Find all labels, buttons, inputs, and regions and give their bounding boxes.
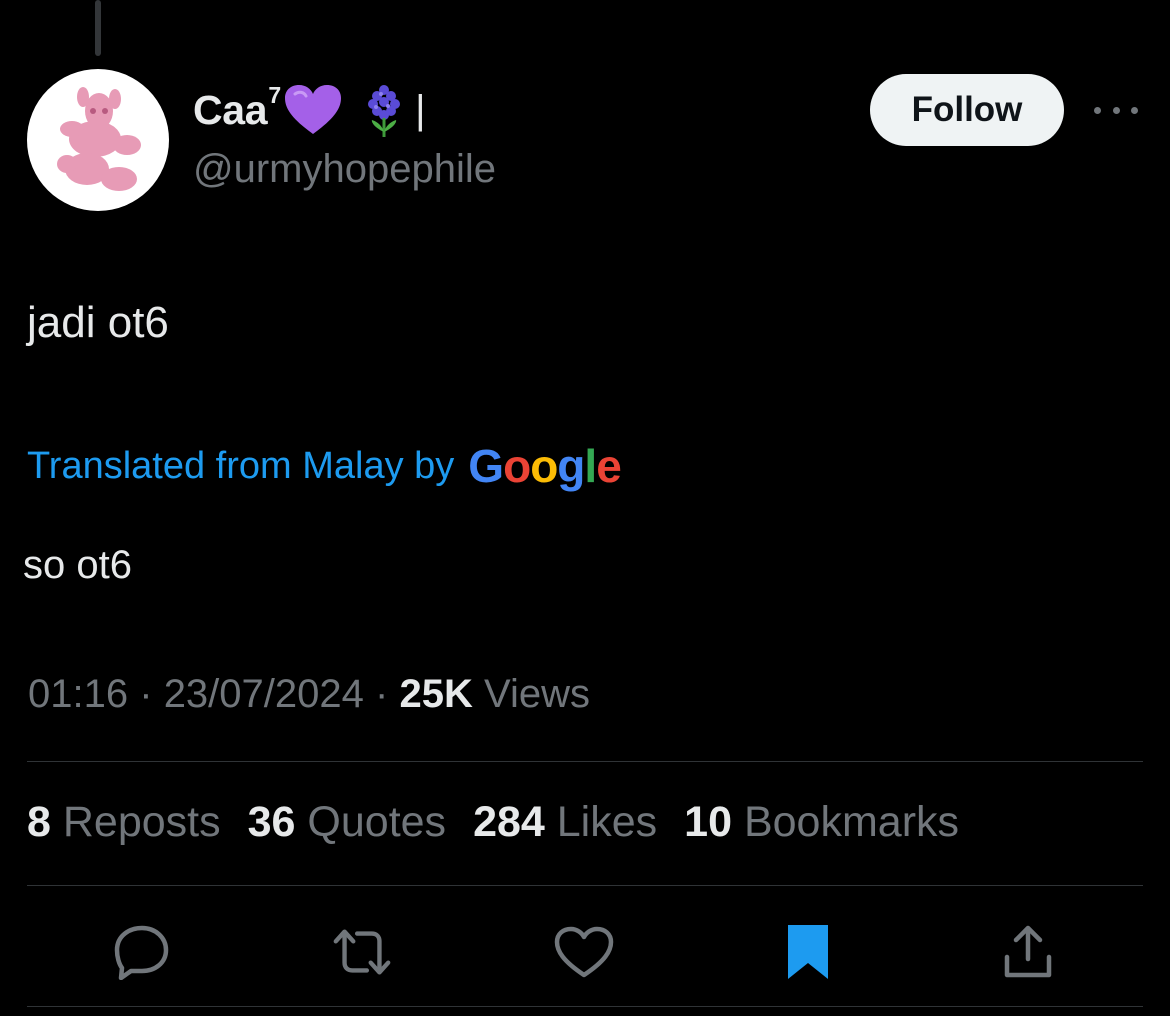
purple-heart-icon (283, 84, 343, 136)
tweet-time[interactable]: 01:16 (28, 672, 128, 716)
stat-label: Reposts (62, 798, 221, 846)
heart-icon (554, 926, 614, 978)
views-count: 25K (399, 672, 473, 716)
more-horizontal-icon[interactable] (1094, 95, 1138, 125)
name-separator: | (415, 87, 426, 132)
author-name-row[interactable]: Caa 7 | (193, 80, 426, 140)
author-handle[interactable]: @urmyhopephile (193, 147, 496, 192)
translated-from-label[interactable]: Translated from Malay by (27, 445, 454, 488)
tweet-text: jadi ot6 (27, 298, 169, 347)
stat-quotes[interactable]: 36 Quotes (248, 798, 446, 847)
stat-bookmarks[interactable]: 10 Bookmarks (684, 798, 959, 847)
divider (27, 761, 1143, 762)
meta-separator: · (139, 672, 153, 716)
tweet-detail: Caa 7 | @urmyhopephile Follow jadi ot6 T… (0, 0, 1170, 1016)
more-dot (1131, 106, 1138, 114)
share-button[interactable] (996, 920, 1060, 984)
more-dot (1094, 106, 1101, 114)
follow-button[interactable]: Follow (870, 74, 1064, 146)
stat-label: Bookmarks (743, 798, 960, 846)
google-logo-letter: G (468, 440, 504, 492)
pink-cartoon-avatar-icon (57, 87, 141, 191)
google-logo-letter: l (584, 440, 597, 492)
meta-separator: · (375, 672, 389, 716)
translated-text: so ot6 (23, 543, 132, 587)
tweet-date[interactable]: 23/07/2024 (164, 672, 364, 716)
more-dot (1112, 106, 1120, 114)
stat-count: 284 (473, 798, 545, 846)
stat-count: 10 (684, 798, 732, 846)
bookmark-icon (788, 925, 828, 979)
stat-count: 36 (247, 798, 296, 846)
google-logo-letter: g (557, 440, 585, 492)
google-logo: Google (468, 439, 622, 493)
reply-icon (114, 925, 169, 980)
avatar[interactable] (27, 69, 169, 211)
stat-label: Quotes (307, 798, 447, 846)
repost-button[interactable] (330, 920, 394, 984)
stat-count: 8 (27, 798, 51, 846)
stat-label: Likes (556, 798, 658, 846)
reply-button[interactable] (108, 920, 172, 984)
like-button[interactable] (552, 920, 616, 984)
views-label: Views (483, 672, 590, 716)
google-logo-letter: e (596, 440, 622, 492)
share-icon (1004, 925, 1052, 978)
divider (27, 1006, 1143, 1007)
engagement-stats: 8 Reposts 36 Quotes 284 Likes 10 Bookmar… (27, 798, 986, 847)
name-superscript: 7 (268, 81, 282, 108)
repost-icon (333, 929, 391, 975)
bookmark-button[interactable] (776, 920, 840, 984)
google-logo-letter: o (503, 440, 531, 492)
stat-reposts[interactable]: 8 Reposts (27, 798, 221, 847)
display-name[interactable]: Caa (193, 87, 268, 134)
translation-attribution[interactable]: Translated from Malay by Google (27, 436, 622, 496)
hyacinth-flower-icon (361, 82, 407, 138)
stat-likes[interactable]: 284 Likes (473, 798, 657, 847)
divider (27, 885, 1143, 886)
tweet-meta: 01:16 · 23/07/2024 · 25K Views (28, 672, 590, 717)
google-logo-letter: o (530, 440, 558, 492)
thread-connector-line (95, 0, 101, 56)
